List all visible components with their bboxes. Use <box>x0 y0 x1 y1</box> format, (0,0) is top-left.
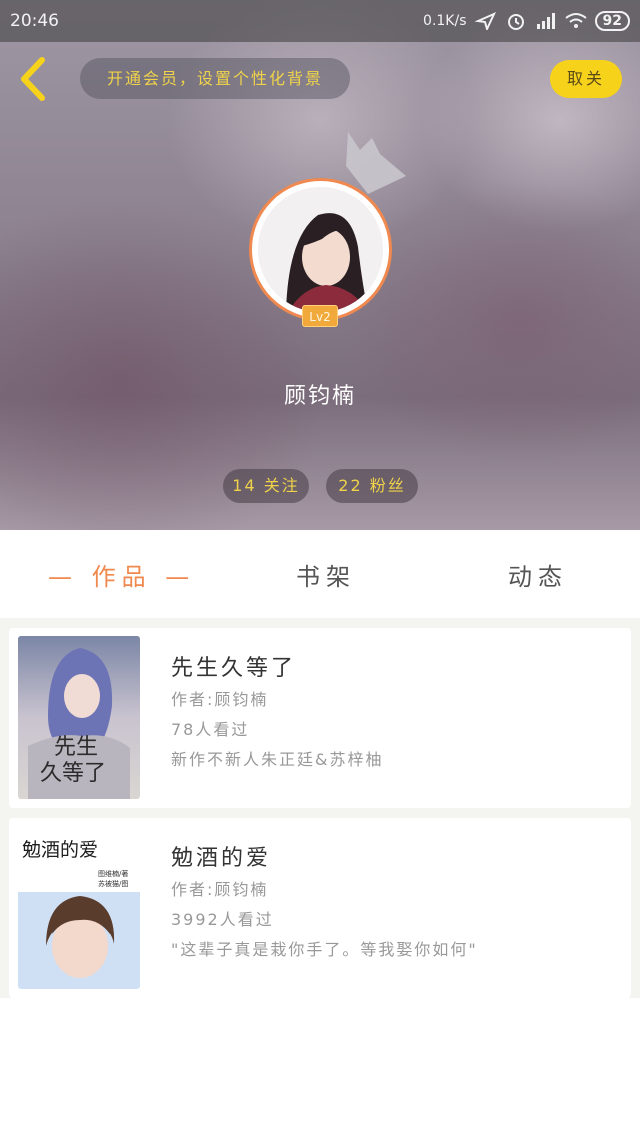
book-card[interactable]: 先生 久等了 先生久等了 作者:顾钧楠 78人看过 新作不新人朱正廷&苏梓柚 <box>9 628 631 808</box>
profile-header: 20:46 0.1K/s 92 开通会员，设置个性化背景 取关 Lv2 顾钧楠 … <box>0 0 640 530</box>
svg-text:久等了: 久等了 <box>40 761 106 786</box>
location-icon <box>474 12 496 30</box>
svg-text:勉酒的爱: 勉酒的爱 <box>22 839 98 861</box>
tab-works[interactable]: — 作品 — <box>48 557 195 592</box>
alarm-icon <box>507 14 524 30</box>
username: 顾钧楠 <box>283 384 356 409</box>
tab-bar: — 作品 — 书架 动态 <box>0 530 640 618</box>
followers-count[interactable]: 22 粉丝 <box>326 469 418 503</box>
signal-icon <box>536 13 555 29</box>
status-time: 20:46 <box>10 11 59 31</box>
unfollow-button[interactable]: 取关 <box>550 60 622 98</box>
svg-text:苏被猫/图: 苏被猫/图 <box>98 879 128 888</box>
book-card[interactable]: 勉酒的爱 图维楠/著 苏被猫/图 勉酒的爱 作者:顾钧楠 3992人看过 "这辈… <box>9 818 631 998</box>
battery-indicator: 92 <box>594 11 630 31</box>
level-badge: Lv2 <box>302 305 338 327</box>
avatar-photo <box>258 187 383 312</box>
following-count[interactable]: 14 关注 <box>223 469 309 503</box>
vip-background-prompt[interactable]: 开通会员，设置个性化背景 <box>80 58 350 99</box>
svg-text:图维楠/著: 图维楠/著 <box>98 869 128 878</box>
book-cover: 先生 久等了 <box>18 636 140 799</box>
avatar[interactable] <box>249 178 392 321</box>
back-button[interactable] <box>14 56 54 102</box>
tab-activity[interactable]: 动态 <box>508 557 568 592</box>
cover-title-text: 先生 <box>54 735 98 760</box>
book-description: 新作不新人朱正廷&苏梓柚 <box>171 750 384 769</box>
book-title[interactable]: 先生久等了 <box>171 650 296 682</box>
wifi-icon <box>564 13 587 28</box>
book-author: 作者:顾钧楠 <box>171 690 269 709</box>
book-description: "这辈子真是栽你手了。等我娶你如何" <box>171 940 478 959</box>
network-speed: 0.1K/s <box>423 13 467 29</box>
status-icons: 0.1K/s 92 <box>423 8 630 34</box>
book-author: 作者:顾钧楠 <box>171 880 269 899</box>
book-title[interactable]: 勉酒的爱 <box>171 840 271 872</box>
book-views: 3992人看过 <box>171 910 274 929</box>
book-cover: 勉酒的爱 图维楠/著 苏被猫/图 <box>18 826 140 989</box>
status-bar: 20:46 0.1K/s 92 <box>0 0 640 42</box>
book-views: 78人看过 <box>171 720 250 739</box>
tab-bookshelf[interactable]: 书架 <box>296 557 356 592</box>
